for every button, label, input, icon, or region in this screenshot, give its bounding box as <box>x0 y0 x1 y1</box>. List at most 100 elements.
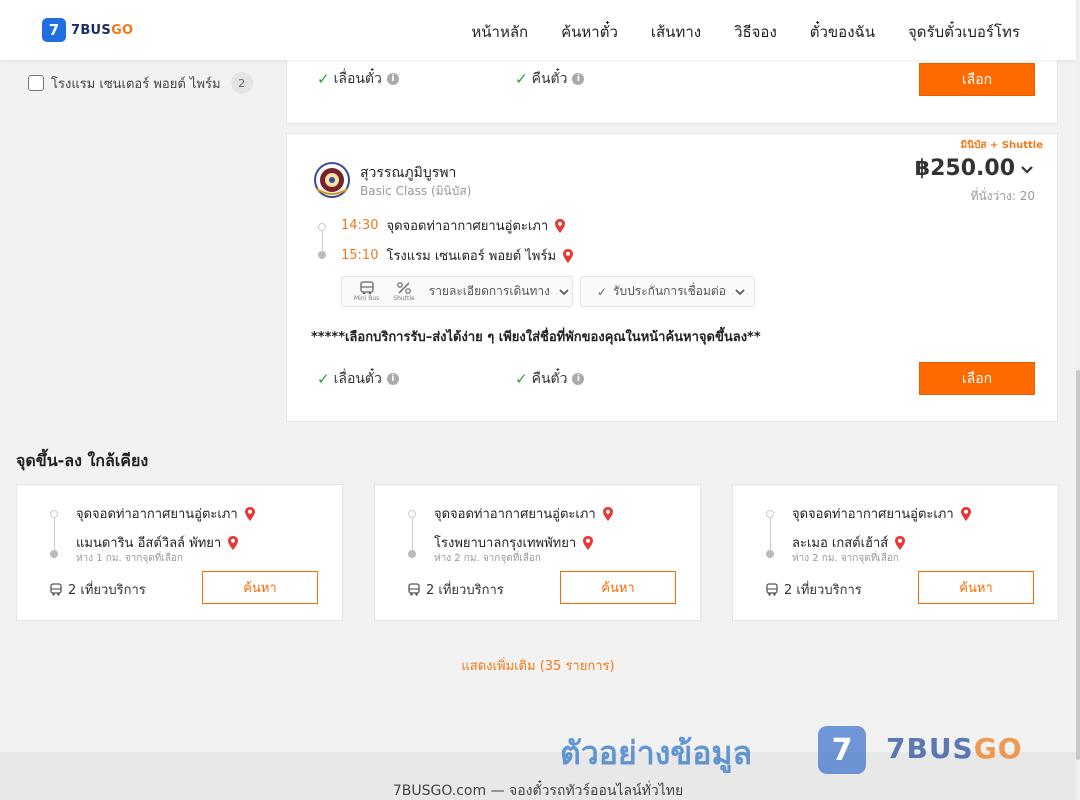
scrollbar-thumb[interactable] <box>1076 370 1080 760</box>
connection-insurance-dropdown[interactable]: ✓ รับประกันการเชื่อมต่อ <box>580 276 755 307</box>
map-pin-icon[interactable] <box>582 535 594 551</box>
filter-label: โรงแรม เซนเตอร์ พอยต์ ไพร์ม <box>51 76 221 92</box>
bus-icon <box>766 582 778 596</box>
map-pin-icon[interactable] <box>227 535 239 551</box>
nearby-from: จุดจอดท่าอากาศยานอู่ตะเภา <box>792 503 972 524</box>
nav-how-to-book[interactable]: วิธีจอง <box>734 20 777 44</box>
chevron-down-icon <box>559 288 569 295</box>
map-pin-icon[interactable] <box>554 218 566 234</box>
filter-checkbox[interactable] <box>28 75 44 91</box>
nearby-from: จุดจอดท่าอากาศยานอู่ตะเภา <box>76 503 256 524</box>
shuttle-icon: Shuttle <box>393 281 415 302</box>
main-nav: หน้าหลัก ค้นหาตั๋ว เส้นทาง วิธีจอง ตั๋วข… <box>471 20 1020 44</box>
reschedule-feature: ✓ เลื่อนตั๋ว i <box>317 68 399 90</box>
route-timeline <box>49 510 59 558</box>
page-scrollbar[interactable] <box>1076 0 1080 800</box>
seats-available: ที่นั่งว่าง: 20 <box>970 189 1035 203</box>
nearby-search-button[interactable]: ค้นหา <box>560 571 676 604</box>
check-icon: ✓ <box>515 370 528 388</box>
nearby-trips: 2 เที่ยวบริการ <box>49 579 146 600</box>
nearby-title: จุดขึ้น-ลง ใกล้เคียง <box>16 451 149 470</box>
minibus-icon: Mini Bus <box>354 281 379 302</box>
bus-icon <box>50 582 62 596</box>
info-icon[interactable]: i <box>386 73 399 85</box>
nearby-to: โรงพยาบาลกรุงเทพพัทยา <box>434 532 594 553</box>
operator-name: สุวรรณภูมิบูรพา <box>360 165 457 181</box>
refund-feature: ✓ คืนตั๋ว i <box>515 368 585 390</box>
nearby-card: จุดจอดท่าอากาศยานอู่ตะเภา ละเมอ เกสต์เฮ้… <box>732 484 1059 621</box>
departure-time: 14:30 <box>341 218 379 233</box>
nearby-search-button[interactable]: ค้นหา <box>202 571 318 604</box>
nearby-trips: 2 เที่ยวบริการ <box>765 579 862 600</box>
nearby-to: แมนดาริน อีสต์วิลล์ พัทยา <box>76 532 239 553</box>
trip-details-dropdown[interactable]: Mini Bus Shuttle รายละเอียดการเดินทาง <box>341 276 573 307</box>
vehicle-tag: มินิบัส + Shuttle <box>960 140 1043 151</box>
trip-card: มินิบัส + Shuttle สุวรรณภูมิบูรพา Basic … <box>286 133 1058 422</box>
info-icon[interactable]: i <box>572 73 585 85</box>
nearby-card: จุดจอดท่าอากาศยานอู่ตะเภา แมนดาริน อีสต์… <box>16 484 343 621</box>
arrival-time: 15:10 <box>341 248 379 263</box>
filter-hotel[interactable]: โรงแรม เซนเตอร์ พอยต์ ไพร์ม 2 <box>28 72 253 94</box>
arrival-place: โรงแรม เซนเตอร์ พอยต์ ไพร์ม <box>386 249 557 264</box>
check-icon: ✓ <box>515 70 528 88</box>
insurance-label: รับประกันการเชื่อมต่อ <box>613 284 726 298</box>
map-pin-icon[interactable] <box>960 506 972 522</box>
check-icon: ✓ <box>317 70 330 88</box>
watermark-logo-text: 7BUSGO <box>886 732 1023 765</box>
nearby-search-button[interactable]: ค้นหา <box>918 571 1034 604</box>
nearby-distance: ห่าง 1 กม. จากจุดที่เลือก <box>76 553 183 564</box>
arrival-stop: 15:10 โรงแรม เซนเตอร์ พอยต์ ไพร์ม <box>341 245 574 266</box>
route-timeline <box>317 221 327 259</box>
nearby-to: ละเมอ เกสต์เฮ้าส์ <box>792 532 906 553</box>
nav-my-tickets[interactable]: ตั๋วของฉัน <box>810 20 875 44</box>
departure-stop: 14:30 จุดจอดท่าอากาศยานอู่ตะเภา <box>341 215 566 236</box>
nearby-from: จุดจอดท่าอากาศยานอู่ตะเภา <box>434 503 614 524</box>
trip-card-previous: ✓ เลื่อนตั๋ว i ✓ คืนตั๋ว i เลือก <box>286 54 1058 124</box>
check-icon: ✓ <box>597 284 608 299</box>
info-icon[interactable]: i <box>572 373 585 385</box>
sample-watermark: ตัวอย่างข้อมูล <box>560 734 753 772</box>
pickup-notice: *****เลือกบริการรับ–ส่งได้ง่าย ๆ เพียงใส… <box>311 330 761 345</box>
price-value: ฿250.00 <box>914 156 1015 181</box>
operator-logo <box>314 162 350 198</box>
refund-feature: ✓ คืนตั๋ว i <box>515 68 585 90</box>
nav-routes[interactable]: เส้นทาง <box>651 20 701 44</box>
check-icon: ✓ <box>317 370 330 388</box>
refund-label: คืนตั๋ว <box>531 371 568 387</box>
price-toggle[interactable]: ฿250.00 <box>915 156 1035 181</box>
refund-label: คืนตั๋ว <box>531 71 568 87</box>
select-button[interactable]: เลือก <box>919 362 1035 395</box>
site-logo[interactable]: 7 7BUSGO <box>42 18 133 42</box>
footer-text: 7BUSGO.com — จองตั๋วรถทัวร์ออนไลน์ทั่วไท… <box>392 783 684 799</box>
show-more-link[interactable]: แสดงเพิ่มเติม (35 รายการ) <box>0 655 1076 676</box>
nav-home[interactable]: หน้าหลัก <box>471 20 528 44</box>
nearby-card: จุดจอดท่าอากาศยานอู่ตะเภา โรงพยาบาลกรุงเ… <box>374 484 701 621</box>
map-pin-icon[interactable] <box>562 248 574 264</box>
top-header: 7 7BUSGO หน้าหลัก ค้นหาตั๋ว เส้นทาง วิธี… <box>0 0 1076 60</box>
logo-text: 7BUSGO <box>71 22 134 38</box>
filter-count-badge: 2 <box>230 72 253 94</box>
service-class: Basic Class (มินิบัส) <box>360 184 472 198</box>
reschedule-label: เลื่อนตั๋ว <box>333 371 382 387</box>
select-button[interactable]: เลือก <box>919 63 1035 96</box>
info-icon[interactable]: i <box>386 373 399 385</box>
trip-details-label: รายละเอียดการเดินทาง <box>428 284 550 298</box>
nearby-trips: 2 เที่ยวบริการ <box>407 579 504 600</box>
nearby-distance: ห่าง 2 กม. จากจุดที่เลือก <box>792 553 899 564</box>
departure-place: จุดจอดท่าอากาศยานอู่ตะเภา <box>386 219 549 234</box>
chevron-down-icon <box>735 288 745 295</box>
map-pin-icon[interactable] <box>244 506 256 522</box>
logo-mark: 7 <box>42 18 66 42</box>
reschedule-label: เลื่อนตั๋ว <box>333 71 382 87</box>
route-timeline <box>765 510 775 558</box>
nav-ticket-pickup[interactable]: จุดรับตั๋วเบอร์โทร <box>908 20 1020 44</box>
watermark-logo-mark: 7 <box>818 726 866 774</box>
nearby-distance: ห่าง 2 กม. จากจุดที่เลือก <box>434 553 541 564</box>
route-timeline <box>407 510 417 558</box>
bus-icon <box>408 582 420 596</box>
map-pin-icon[interactable] <box>602 506 614 522</box>
chevron-down-icon <box>1021 165 1033 174</box>
map-pin-icon[interactable] <box>894 535 906 551</box>
nav-search-ticket[interactable]: ค้นหาตั๋ว <box>561 20 618 44</box>
reschedule-feature: ✓ เลื่อนตั๋ว i <box>317 368 399 390</box>
